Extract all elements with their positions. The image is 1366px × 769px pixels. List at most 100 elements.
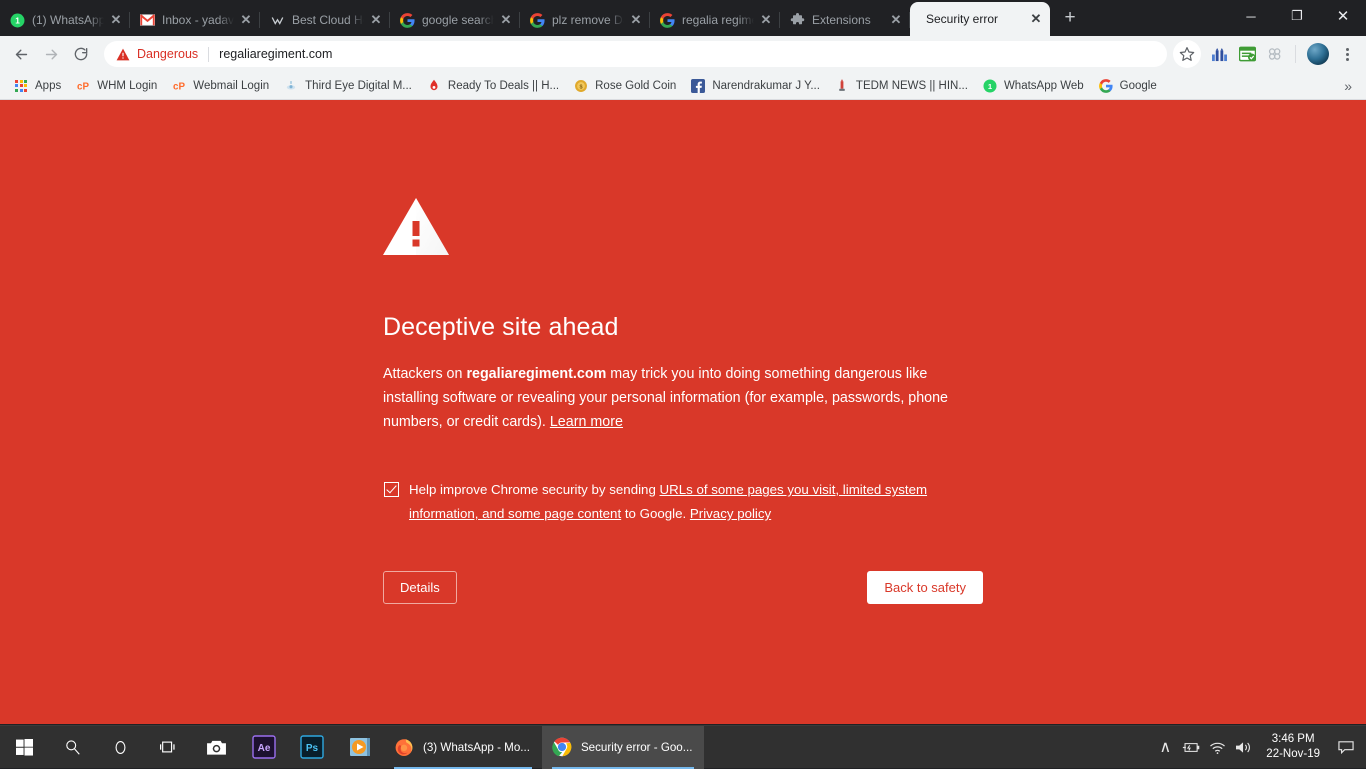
start-button[interactable] [0, 726, 48, 769]
bookmark-item[interactable]: 1WhatsApp Web [975, 75, 1091, 97]
bookmark-star-icon[interactable] [1173, 40, 1201, 68]
clock[interactable]: 3:46 PM 22-Nov-19 [1256, 732, 1330, 762]
forward-button[interactable] [36, 39, 66, 69]
link-extension-icon[interactable] [1261, 40, 1289, 68]
chrome-icon [552, 737, 572, 757]
tab-close-button[interactable]: ✕ [888, 12, 904, 28]
tab-close-button[interactable]: ✕ [108, 12, 124, 28]
window-close-button[interactable]: ✕ [1320, 0, 1366, 32]
coin-icon: $ [574, 79, 588, 93]
browser-tab[interactable]: google search✕ [390, 4, 520, 36]
back-button[interactable] [6, 39, 36, 69]
browser-tab[interactable]: 1(1) WhatsApp✕ [0, 4, 130, 36]
profile-avatar[interactable] [1307, 43, 1329, 65]
window-minimize-button[interactable]: ─ [1228, 0, 1274, 32]
seo-extension-icon[interactable] [1233, 40, 1261, 68]
after-effects-app-icon[interactable]: Ae [240, 726, 288, 769]
taskbar-window-list: (3) WhatsApp - Mo...Security error - Goo… [384, 726, 704, 769]
opt-in-mid: to Google. [621, 506, 690, 521]
interstitial-buttons: Details Back to safety [383, 571, 983, 604]
bookmarks-bar: AppscPWHM LogincPWebmail LoginThird Eye … [0, 72, 1366, 100]
bookmark-item[interactable]: Third Eye Digital M... [276, 75, 419, 97]
generic-site-icon [270, 13, 285, 28]
tab-title: plz remove Da [552, 13, 624, 27]
camera-app-icon[interactable] [192, 726, 240, 769]
opt-in-row[interactable]: Help improve Chrome security by sending … [383, 478, 983, 526]
warning-triangle-icon [383, 198, 449, 256]
apps-grid-icon [13, 78, 29, 94]
google-icon [659, 12, 675, 28]
reload-button[interactable] [66, 39, 96, 69]
browser-tab[interactable]: Extensions ✕ [780, 4, 910, 36]
battery-icon[interactable] [1178, 726, 1204, 769]
bookmark-item[interactable]: cPWHM Login [68, 75, 164, 97]
tab-title: Extensions [812, 13, 884, 27]
browser-tab[interactable]: regalia regime ✕ [650, 4, 780, 36]
bookmark-item[interactable]: $Rose Gold Coin [566, 75, 683, 97]
analytics-extension-icon[interactable] [1205, 40, 1233, 68]
back-to-safety-button[interactable]: Back to safety [867, 571, 983, 604]
interstitial-content: Deceptive site ahead Attackers on regali… [0, 100, 1000, 604]
body-domain: regaliaregiment.com [466, 366, 606, 382]
bookmark-item[interactable]: Ready To Deals || H... [419, 75, 566, 97]
tab-close-button[interactable]: ✕ [238, 12, 254, 28]
bookmark-item[interactable]: TEDM NEWS || HIN... [827, 75, 975, 97]
address-bar[interactable]: Dangerous regaliaregiment.com [104, 41, 1167, 67]
google-icon [529, 12, 545, 28]
search-button[interactable] [48, 726, 96, 769]
bookmark-item[interactable]: Narendrakumar J Y... [683, 75, 827, 97]
google-icon [530, 13, 545, 28]
bookmark-item[interactable]: cPWebmail Login [164, 75, 276, 97]
toolbar-divider [1295, 45, 1296, 63]
browser-tab[interactable]: Security error✕ [910, 2, 1050, 36]
bookmark-item[interactable]: Google [1091, 75, 1164, 97]
chrome-menu-icon[interactable] [1334, 41, 1360, 67]
task-view-icon [159, 739, 177, 755]
bookmark-label: Webmail Login [193, 80, 269, 92]
third-eye-icon [284, 79, 298, 93]
browser-tab[interactable]: Inbox - yadavn✕ [130, 4, 260, 36]
clock-time: 3:46 PM [1266, 732, 1320, 747]
bookmark-label: WHM Login [97, 80, 157, 92]
new-tab-button[interactable]: + [1056, 4, 1084, 32]
volume-icon[interactable] [1230, 726, 1256, 769]
google-icon [660, 13, 675, 28]
window-maximize-button[interactable]: ❐ [1274, 0, 1320, 32]
reload-icon [73, 46, 89, 62]
tab-close-button[interactable]: ✕ [368, 12, 384, 28]
ready-to-deals-icon [426, 78, 442, 94]
bookmark-item[interactable]: Apps [6, 75, 68, 97]
learn-more-link[interactable]: Learn more [550, 414, 623, 430]
danger-triangle-icon [116, 48, 130, 61]
google-icon [1098, 78, 1114, 94]
details-button[interactable]: Details [383, 571, 457, 604]
system-tray: ∧ 3:46 PM 22-Nov-19 [1152, 726, 1366, 769]
gmail-icon [140, 14, 155, 26]
browser-tab[interactable]: Best Cloud Ho✕ [260, 4, 390, 36]
url-text: regaliaregiment.com [219, 47, 332, 61]
gmail-icon [139, 12, 155, 28]
svg-text:1: 1 [15, 16, 20, 25]
privacy-policy-link[interactable]: Privacy policy [690, 506, 771, 521]
tray-overflow-button[interactable]: ∧ [1152, 726, 1178, 769]
whatsapp-icon: 1 [983, 79, 997, 93]
taskbar-window-button[interactable]: (3) WhatsApp - Mo... [384, 726, 542, 769]
task-view-button[interactable] [144, 726, 192, 769]
photoshop-app-icon[interactable]: Ps [288, 726, 336, 769]
tab-close-button[interactable]: ✕ [758, 12, 774, 28]
browser-tab[interactable]: plz remove Da ✕ [520, 4, 650, 36]
tab-title: regalia regime [682, 13, 754, 27]
taskbar-window-button[interactable]: Security error - Goo... [542, 726, 704, 769]
tab-close-button[interactable]: ✕ [628, 12, 644, 28]
security-status-badge[interactable]: Dangerous [116, 47, 198, 61]
security-interstitial-page: Deceptive site ahead Attackers on regali… [0, 100, 1366, 724]
cortana-button[interactable] [96, 726, 144, 769]
wifi-icon[interactable] [1204, 726, 1230, 769]
tab-close-button[interactable]: ✕ [498, 12, 514, 28]
bookmarks-overflow-button[interactable]: » [1344, 78, 1360, 94]
extended-reporting-checkbox[interactable] [384, 482, 399, 497]
media-player-app-icon[interactable] [336, 726, 384, 769]
notifications-icon[interactable] [1330, 726, 1362, 769]
google-icon [399, 12, 415, 28]
tab-close-button[interactable]: ✕ [1028, 11, 1044, 27]
